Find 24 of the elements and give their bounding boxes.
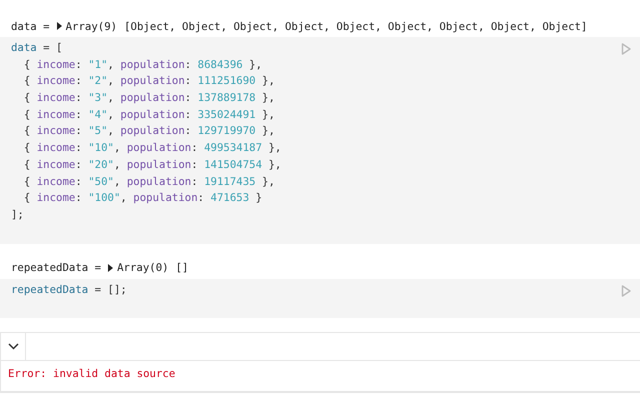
- code-line: { income: "100", population: 471653 }: [22, 190, 262, 206]
- code-line: { income: "1", population: 8684396 },: [22, 56, 262, 73]
- code-line: repeatedData = [];: [11, 282, 127, 298]
- array-summary: [Object, Object, Object, Object, Object, Object, Object, Object, Object]: [124, 20, 588, 32]
- array-summary: []: [176, 261, 188, 274]
- code-line: { income: "3", population: 137889178 },: [22, 90, 275, 106]
- code-line: data = [: [11, 40, 62, 56]
- expand-triangle-icon[interactable]: [108, 264, 114, 272]
- error-message: Error: invalid data source: [1, 361, 640, 392]
- variable-name: repeatedData =: [11, 261, 102, 274]
- code-line: { income: "2", population: 111251690 },: [22, 73, 275, 90]
- code-editor[interactable]: repeatedData = [];: [0, 278, 640, 318]
- chevron-icon[interactable]: [8, 343, 18, 350]
- code-line: { income: "5", population: 129719970 },: [22, 123, 275, 140]
- expand-triangle-icon[interactable]: [56, 22, 62, 30]
- array-type[interactable]: Array(0): [117, 261, 169, 274]
- code-line: { income: "10", population: 499534187 },: [22, 140, 282, 156]
- code-line: { income: "20", population: 141504754 },: [22, 156, 282, 173]
- array-type[interactable]: Array(9): [66, 20, 118, 32]
- variable-name: data =: [11, 20, 50, 32]
- code-line: { income: "4", population: 335024491 },: [22, 106, 275, 123]
- code-line: ];: [11, 206, 24, 223]
- code-editor[interactable]: [0, 37, 640, 244]
- code-line: { income: "50", population: 19117435 },: [22, 174, 275, 190]
